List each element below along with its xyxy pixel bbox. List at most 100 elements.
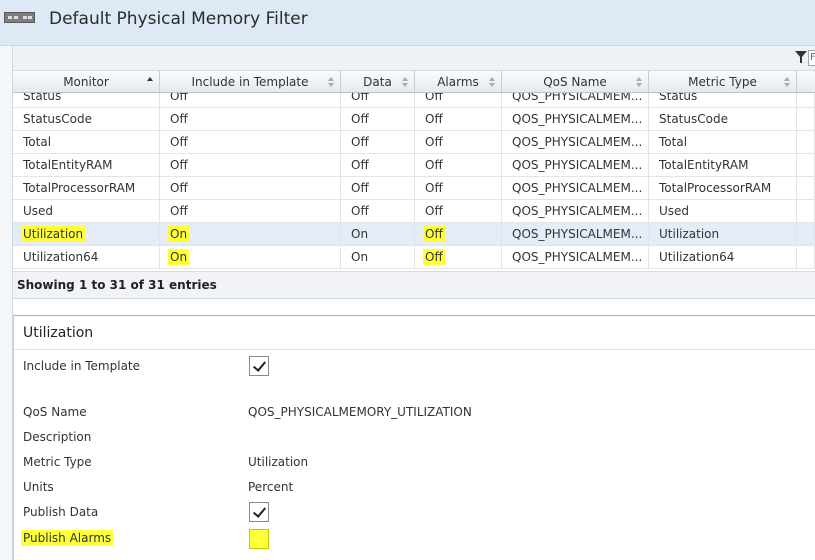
cell-qos: QOS_PHYSICALMEM...: [502, 131, 649, 154]
cell-data: On: [341, 246, 415, 269]
cell-metric: StatusCode: [649, 108, 797, 131]
cell-text: TotalProcessorRAM: [659, 181, 772, 195]
cell-data: Off: [341, 154, 415, 177]
table-row[interactable]: TotalEntityRAM Off Off Off QOS_PHYSICALMEM..…: [13, 154, 815, 177]
cell-metric: Utilization64: [649, 246, 797, 269]
column-header-alarms[interactable]: Alarms: [415, 71, 502, 93]
table-row[interactable]: TotalProcessorRAM Off Off Off QOS_PHYSICALME…: [13, 177, 815, 200]
cell-text: TotalProcessorRAM: [23, 181, 136, 195]
publish-data-checkbox[interactable]: [249, 502, 269, 522]
cell-monitor: Used: [13, 200, 160, 223]
column-header-label: Alarms: [437, 75, 479, 89]
cell-data: Off: [341, 108, 415, 131]
cell-text: Utilization64: [659, 250, 735, 264]
cell-include: On: [160, 246, 341, 269]
cell-text: QOS_PHYSICALMEM...: [512, 158, 643, 172]
cell-text: Off: [170, 158, 188, 172]
cell-spacer: [797, 200, 815, 223]
cell-text: Off: [425, 135, 443, 149]
cell-text: Off: [170, 181, 188, 195]
cell-monitor: Total: [13, 131, 160, 154]
cell-metric: Used: [649, 200, 797, 223]
cell-alarms: Off: [415, 177, 502, 200]
column-header-monitor[interactable]: Monitor: [13, 71, 160, 93]
cell-text: Total: [659, 135, 688, 149]
cell-text: Off: [425, 181, 443, 195]
column-header-label: Data: [363, 75, 392, 89]
field-label-metric-type: Metric Type: [23, 455, 92, 469]
filter-input[interactable]: Fi: [808, 50, 815, 66]
column-header-qos-name[interactable]: QoS Name: [502, 71, 649, 93]
left-panel-edge[interactable]: [0, 46, 13, 560]
grid-body[interactable]: Status Off Off Off QOS_PHYSICALMEM... Status S…: [13, 93, 815, 339]
sort-ascending-icon: [147, 77, 153, 87]
cell-text: Off: [351, 93, 369, 103]
cell-text: Off: [423, 226, 445, 242]
sort-icon: [328, 77, 334, 87]
cell-data: Off: [341, 93, 415, 108]
cell-text: StatusCode: [659, 112, 728, 126]
cell-qos: QOS_PHYSICALMEM...: [502, 200, 649, 223]
table-row[interactable]: Status Off Off Off QOS_PHYSICALMEM... Status: [13, 93, 815, 108]
table-row[interactable]: Utilization64 On On Off QOS_PHYSICALMEM... Ut…: [13, 246, 815, 269]
units-value: Percent: [248, 480, 294, 494]
cell-include: Off: [160, 131, 341, 154]
table-row[interactable]: Used Off Off Off QOS_PHYSICALMEM... Used: [13, 200, 815, 223]
cell-spacer: [797, 223, 815, 246]
column-header-label: Monitor: [63, 75, 109, 89]
cell-text: Utilization: [659, 227, 720, 241]
cell-include: Off: [160, 154, 341, 177]
cell-text: Off: [351, 181, 369, 195]
cell-text: Off: [170, 135, 188, 149]
cell-text: On: [168, 226, 190, 242]
cell-text: Off: [351, 158, 369, 172]
field-label-publish-alarms: Publish Alarms: [21, 530, 114, 546]
cell-data: Off: [341, 200, 415, 223]
sort-icon: [636, 77, 642, 87]
column-header-metric-type[interactable]: Metric Type: [649, 71, 797, 93]
cell-text: QOS_PHYSICALMEM...: [512, 181, 643, 195]
cell-monitor: Utilization: [13, 223, 160, 246]
cell-include: Off: [160, 93, 341, 108]
cell-data: On: [341, 223, 415, 246]
detail-header: Utilization: [14, 316, 815, 350]
cell-text: Off: [425, 93, 443, 103]
column-header-include-in-template[interactable]: Include in Template: [160, 71, 341, 93]
column-header-data[interactable]: Data: [341, 71, 415, 93]
cell-monitor: Utilization64: [13, 246, 160, 269]
cell-text: QOS_PHYSICALMEM...: [512, 204, 643, 218]
cell-metric: TotalEntityRAM: [649, 154, 797, 177]
cell-spacer: [797, 177, 815, 200]
cell-text: Off: [170, 112, 188, 126]
cell-text: QOS_PHYSICALMEM...: [512, 135, 643, 149]
field-label-include-in-template: Include in Template: [23, 359, 141, 373]
filter-icon[interactable]: [795, 51, 807, 65]
cell-alarms: Off: [415, 93, 502, 108]
cell-metric: Status: [649, 93, 797, 108]
detail-title: Utilization: [23, 325, 94, 341]
include-in-template-checkbox[interactable]: [249, 356, 269, 376]
cell-text: QOS_PHYSICALMEM...: [512, 112, 643, 126]
cell-spacer: [797, 93, 815, 108]
cell-metric: Utilization: [649, 223, 797, 246]
cell-text: Off: [423, 249, 445, 265]
publish-alarms-checkbox[interactable]: [249, 529, 269, 549]
cell-spacer: [797, 154, 815, 177]
cell-text: QOS_PHYSICALMEM...: [512, 227, 643, 241]
memory-module-icon: [4, 12, 35, 23]
cell-monitor: TotalEntityRAM: [13, 154, 160, 177]
cell-text: Status: [659, 93, 698, 103]
table-row[interactable]: StatusCode Off Off Off QOS_PHYSICALMEM... Sta…: [13, 108, 815, 131]
column-header-label: Metric Type: [688, 75, 757, 89]
table-row[interactable]: Total Off Off Off QOS_PHYSICALMEM... Total: [13, 131, 815, 154]
cell-text: Off: [170, 93, 188, 103]
grid-header: Monitor Include in Template Data Alarms …: [13, 71, 815, 93]
field-label-publish-data: Publish Data: [23, 505, 99, 519]
cell-text: TotalEntityRAM: [659, 158, 749, 172]
detail-panel: Utilization Include in Template QoS Name…: [13, 315, 815, 560]
cell-text: Used: [23, 204, 54, 218]
cell-monitor: StatusCode: [13, 108, 160, 131]
table-row[interactable]: Utilization On On Off QOS_PHYSICALMEM... Util…: [13, 223, 815, 246]
window-titlebar: Default Physical Memory Filter: [0, 0, 815, 46]
cell-include: Off: [160, 177, 341, 200]
